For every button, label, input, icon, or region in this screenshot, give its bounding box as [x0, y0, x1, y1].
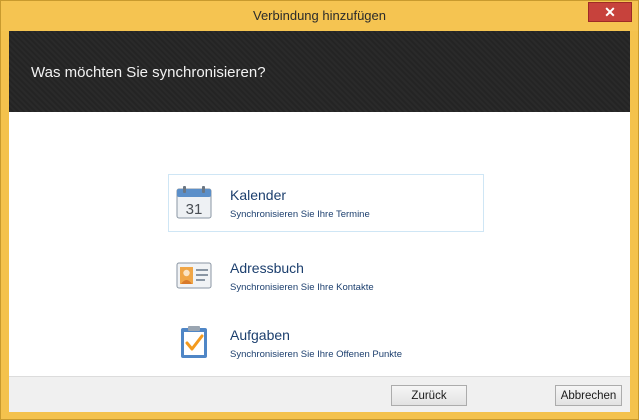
window-title: Verbindung hinzufügen: [252, 8, 386, 23]
title-bar[interactable]: Verbindung hinzufügen ✕: [1, 1, 638, 31]
calendar-icon: 31: [176, 186, 212, 219]
dialog-body: Was möchten Sie synchronisieren? 31 Kale…: [9, 31, 630, 412]
close-icon: ✕: [604, 3, 616, 20]
option-subtitle: Synchronisieren Sie Ihre Termine: [230, 209, 370, 220]
dialog-window: Verbindung hinzufügen ✕ Was möchten Sie …: [0, 0, 639, 420]
address-book-icon: [176, 262, 212, 289]
dialog-footer: Zurück Abbrechen: [9, 376, 630, 412]
dialog-header: Was möchten Sie synchronisieren?: [9, 31, 630, 112]
option-title: Adressbuch: [230, 260, 304, 276]
option-title: Aufgaben: [230, 327, 290, 343]
option-tasks[interactable]: Aufgaben Synchronisieren Sie Ihre Offene…: [168, 314, 484, 372]
options-area: 31 Kalender Synchronisieren Sie Ihre Ter…: [9, 112, 630, 376]
option-subtitle: Synchronisieren Sie Ihre Offenen Punkte: [230, 349, 402, 360]
option-title: Kalender: [230, 187, 287, 203]
header-prompt: Was möchten Sie synchronisieren?: [31, 64, 266, 81]
close-button[interactable]: ✕: [588, 2, 632, 22]
tasks-icon: [181, 326, 207, 358]
option-subtitle: Synchronisieren Sie Ihre Kontakte: [230, 282, 374, 293]
back-button[interactable]: Zurück: [391, 385, 467, 406]
calendar-icon-number: 31: [186, 201, 203, 218]
cancel-button[interactable]: Abbrechen: [555, 385, 622, 406]
option-calendar[interactable]: 31 Kalender Synchronisieren Sie Ihre Ter…: [168, 174, 484, 232]
option-address-book[interactable]: Adressbuch Synchronisieren Sie Ihre Kont…: [168, 247, 484, 305]
